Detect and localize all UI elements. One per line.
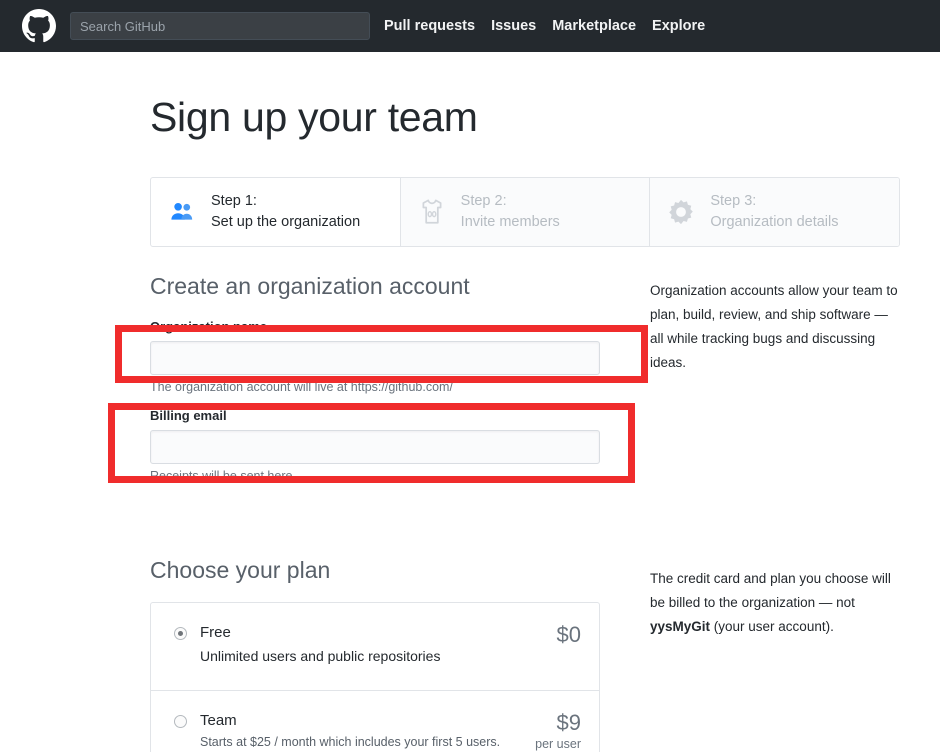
organization-name-label: Organization name [150,318,268,334]
plan-team-subtext: Starts at $25 / month which includes you… [200,735,501,750]
page-body: Sign up your team Step 1: Set up the org… [0,94,940,752]
plan-team-body: Team Starts at $25 / month which include… [200,711,525,752]
plan-radio-team[interactable] [174,714,187,728]
step-1-text: Step 1: Set up the organization [211,191,360,233]
plan-option-free[interactable]: Free Unlimited users and public reposito… [151,603,599,689]
step-2-description: Invite members [460,214,560,231]
plan-team-unit-1: per user [535,736,581,751]
step-1-number: Step 1: [211,193,257,210]
plan-billing-note: The credit card and plan you choose will… [650,567,900,639]
create-organization-heading: Create an organization account [150,273,470,300]
choose-plan-heading: Choose your plan [150,556,331,583]
plan-team-name: Team [200,711,237,729]
step-3-text: Step 3: Organization details [710,191,838,233]
nav-link-marketplace[interactable]: Marketplace [552,18,636,34]
nav-link-issues[interactable]: Issues [491,18,536,34]
plan-billing-note-tail: (your user account). [710,618,834,634]
people-icon [167,197,197,227]
step-1-description: Set up the organization [211,214,361,231]
billing-email-input[interactable] [150,429,600,464]
plan-option-team[interactable]: Team Starts at $25 / month which include… [151,689,599,752]
plan-team-amount: $9 [556,709,581,735]
search-input[interactable]: Search GitHub [70,12,370,40]
billing-email-field-group: Billing email Receipts will be sent here… [150,408,650,483]
organization-account-section: Create an organization account Organizat… [150,273,910,497]
organization-account-form: Create an organization account Organizat… [150,273,650,497]
plan-sidebar: The credit card and plan you choose will… [650,523,900,752]
organization-account-sidebar: Organization accounts allow your team to… [650,273,900,497]
billing-email-hint: Receipts will be sent here. [150,468,296,483]
plan-free-feature-1: Unlimited users and public repositories [200,647,441,664]
signup-steps: Step 1: Set up the organization Step 2: … [150,177,900,248]
nav-link-explore[interactable]: Explore [652,18,705,34]
organization-name-field-group: Organization name The organization accou… [150,319,650,394]
plan-radio-free[interactable] [174,627,187,641]
plan-free-name: Free [200,624,231,642]
organization-name-hint: The organization account will live at ht… [150,379,453,394]
step-3-organization-details[interactable]: Step 3: Organization details [649,178,899,247]
jersey-icon [417,197,447,227]
nav-links: Pull requests Issues Marketplace Explore [384,18,705,34]
plan-billing-note-username: yysMyGit [650,618,711,634]
step-3-description: Organization details [710,214,839,231]
plan-free-amount: $0 [556,622,581,648]
step-1-set-up-the-organization[interactable]: Step 1: Set up the organization [151,178,400,246]
billing-email-label: Billing email [150,407,227,423]
step-2-number: Step 2: [460,193,507,210]
plan-list: Free Unlimited users and public reposito… [150,602,600,752]
content-container: Sign up your team Step 1: Set up the org… [150,94,910,752]
step-2-text: Step 2: Invite members [461,191,560,233]
nav-link-pull-requests[interactable]: Pull requests [384,18,475,34]
organization-account-note: Organization accounts allow your team to… [650,283,898,371]
plan-section: Choose your plan Free Unlimited users an… [150,523,910,752]
plan-free-body: Free Unlimited users and public reposito… [200,623,547,667]
plan-list-wrapper: Choose your plan Free Unlimited users an… [150,523,650,752]
github-mark-icon[interactable] [22,9,56,43]
step-2-invite-members[interactable]: Step 2: Invite members [399,178,650,247]
step-3-number: Step 3: [710,193,757,210]
top-navigation-bar: Search GitHub Pull requests Issues Marke… [0,0,940,52]
plan-billing-note-lead: The credit card and plan you choose will… [650,570,891,610]
search-placeholder: Search GitHub [80,18,166,34]
organization-name-input[interactable] [150,340,600,375]
gear-icon [666,197,696,227]
plan-free-price: $0 [547,623,581,647]
plan-team-price: $9 per user / month [525,709,581,752]
page-title: Sign up your team [150,94,478,140]
